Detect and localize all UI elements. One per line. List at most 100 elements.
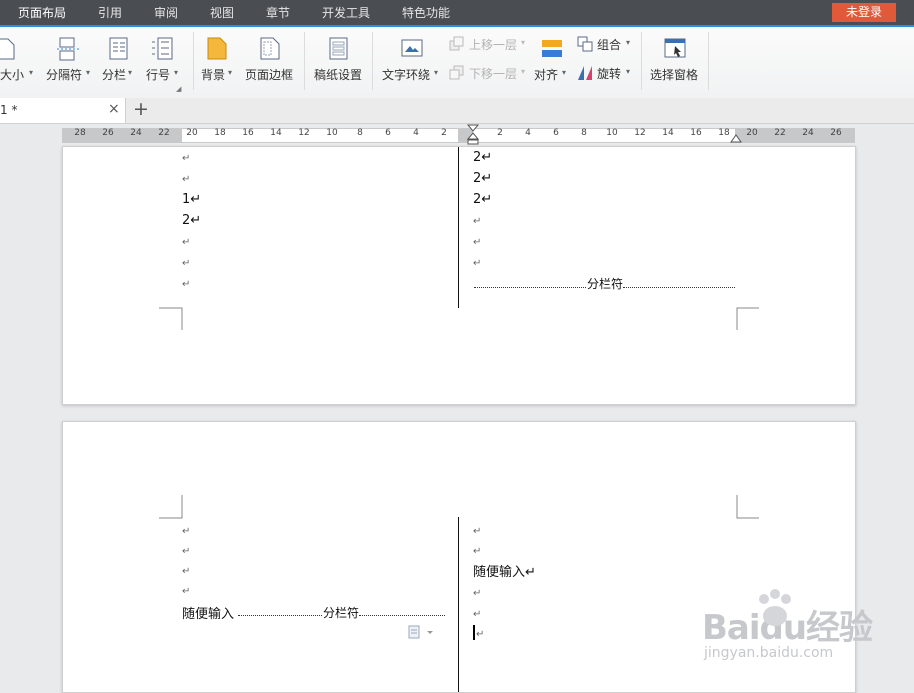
group-icon: [577, 36, 593, 52]
page-break-icon: [57, 37, 79, 61]
text-wrap-label: 文字环绕: [382, 68, 431, 82]
ruler-tick-label: 10: [606, 128, 618, 138]
ruler-tick-label: 2: [441, 128, 447, 138]
tab-section[interactable]: 章节: [266, 0, 290, 26]
page-border-label: 页面边框: [245, 68, 294, 82]
paragraph-mark: ↵: [182, 279, 191, 290]
align-icon: [542, 40, 562, 57]
draft-paper-icon: [329, 37, 348, 60]
paragraph-mark: ↵: [473, 546, 482, 557]
paragraph-mark: ↵: [473, 216, 482, 227]
page-1: ↵ ↵ 1↵ 2↵ ↵ ↵ ↵ 2↵ 2↵ 2↵ ↵ ↵ ↵ 分栏符: [62, 146, 856, 405]
paste-options-icon[interactable]: [407, 624, 437, 640]
baidu-paw-icon: [759, 589, 791, 626]
selection-pane-button[interactable]: 选择窗格: [648, 35, 702, 95]
ruler-tick-label: 6: [553, 128, 559, 138]
group-label: 组合: [597, 38, 622, 52]
column-break-line: [238, 615, 322, 616]
new-tab-icon[interactable]: +: [133, 98, 149, 120]
separator: [708, 32, 709, 90]
draft-paper-button[interactable]: 稿纸设置: [312, 35, 366, 95]
columns-label: 分栏: [102, 68, 127, 82]
draft-paper-label: 稿纸设置: [314, 68, 363, 82]
page-border-button[interactable]: 页面边框: [244, 35, 298, 95]
paragraph-mark: ↵: [182, 546, 191, 557]
page-icon: [0, 38, 15, 60]
bring-forward-label: 上移一层: [469, 38, 518, 52]
paragraph-mark: ↵: [473, 258, 482, 269]
paragraph-mark: ↵: [473, 588, 482, 599]
separator: [372, 32, 373, 90]
paragraph-mark: ↵: [182, 258, 191, 269]
send-backward-label: 下移一层: [469, 67, 518, 81]
paragraph-mark: ↵: [182, 586, 191, 597]
ruler-tick-label: 8: [581, 128, 587, 138]
indent-marker-icon[interactable]: [466, 124, 480, 146]
margin-corner-bottom-right: [736, 307, 759, 330]
align-button[interactable]: 对齐 ▾: [532, 35, 570, 95]
document-tab-bar: 1 * × +: [0, 98, 914, 124]
close-icon[interactable]: ×: [108, 101, 120, 117]
document-tab-title: 1 *: [0, 103, 18, 117]
columns-icon: [109, 37, 128, 60]
ruler-tick-label: 12: [298, 128, 310, 138]
paragraph-mark: ↵: [182, 174, 191, 185]
text-line: 1↵: [182, 192, 202, 207]
selection-pane-label: 选择窗格: [650, 68, 699, 82]
login-button[interactable]: 未登录: [832, 3, 896, 22]
send-backward-button[interactable]: 下移一层 ▾: [448, 64, 530, 84]
line-number-icon: [152, 37, 173, 60]
ruler-tick-label: 20: [186, 128, 198, 138]
ruler-tick-label: 4: [525, 128, 531, 138]
line-number-label: 行号: [146, 68, 171, 82]
bring-forward-button[interactable]: 上移一层 ▾: [448, 35, 530, 55]
page-break-label: 分隔符: [46, 68, 83, 82]
paper-size-button[interactable]: 大小 ▾: [0, 35, 40, 95]
document-tab[interactable]: 1 * ×: [0, 98, 126, 123]
tab-review[interactable]: 审阅: [154, 0, 178, 26]
rotate-button[interactable]: 旋转 ▾: [576, 64, 636, 84]
right-column-text: 随便输入↵: [473, 565, 536, 580]
paragraph-mark: ↵: [473, 237, 482, 248]
tab-developer[interactable]: 开发工具: [322, 0, 370, 26]
paragraph-mark: ↵: [476, 629, 485, 640]
paragraph-mark: ↵: [473, 526, 482, 537]
ruler-tick-label: 16: [690, 128, 702, 138]
bring-forward-icon: [449, 36, 464, 51]
selection-pane-icon: [664, 38, 686, 58]
paragraph-mark: ↵: [182, 526, 191, 537]
text-line: 2↵: [473, 171, 493, 186]
ruler-tick-label: 6: [385, 128, 391, 138]
paragraph-mark: ↵: [182, 237, 191, 248]
column-break-label: 分栏符: [323, 606, 360, 620]
tab-special-features[interactable]: 特色功能: [402, 0, 450, 26]
group-button[interactable]: 组合 ▾: [576, 35, 636, 55]
dialog-launcher-icon[interactable]: ◢: [176, 85, 181, 93]
background-button[interactable]: 背景 ▾: [199, 35, 239, 95]
rotate-label: 旋转: [597, 67, 622, 81]
column-break-label: 分栏符: [587, 277, 624, 291]
columns-button[interactable]: 分栏 ▾: [100, 35, 138, 95]
watermark-url: jingyan.baidu.com: [704, 645, 834, 661]
tab-view[interactable]: 视图: [210, 0, 234, 26]
tab-page-layout[interactable]: 页面布局: [18, 0, 66, 26]
ruler-tick-label: 12: [634, 128, 646, 138]
column-divider: [458, 147, 459, 308]
ruler-tick-label: 8: [357, 128, 363, 138]
ruler-tick-label: 22: [774, 128, 786, 138]
left-column-text: 随便输入: [182, 607, 235, 622]
text-wrap-button[interactable]: 文字环绕 ▾: [380, 35, 442, 95]
ruler-tick-label: 16: [242, 128, 254, 138]
page-break-button[interactable]: 分隔符 ▾: [44, 35, 94, 95]
margin-corner-bottom-left: [159, 307, 183, 330]
right-indent-marker-icon[interactable]: [730, 132, 742, 144]
background-icon: [207, 37, 227, 60]
margin-corner-top-right: [736, 495, 759, 519]
menu-bar: 页面布局 引用 审阅 视图 章节 开发工具 特色功能 未登录: [0, 0, 914, 27]
rotate-icon: [578, 66, 592, 80]
ruler-tick-label: 26: [830, 128, 842, 138]
text-line: 2↵: [473, 192, 493, 207]
tab-references[interactable]: 引用: [98, 0, 122, 26]
ruler-tick-label: 24: [130, 128, 142, 138]
background-label: 背景: [201, 68, 226, 82]
